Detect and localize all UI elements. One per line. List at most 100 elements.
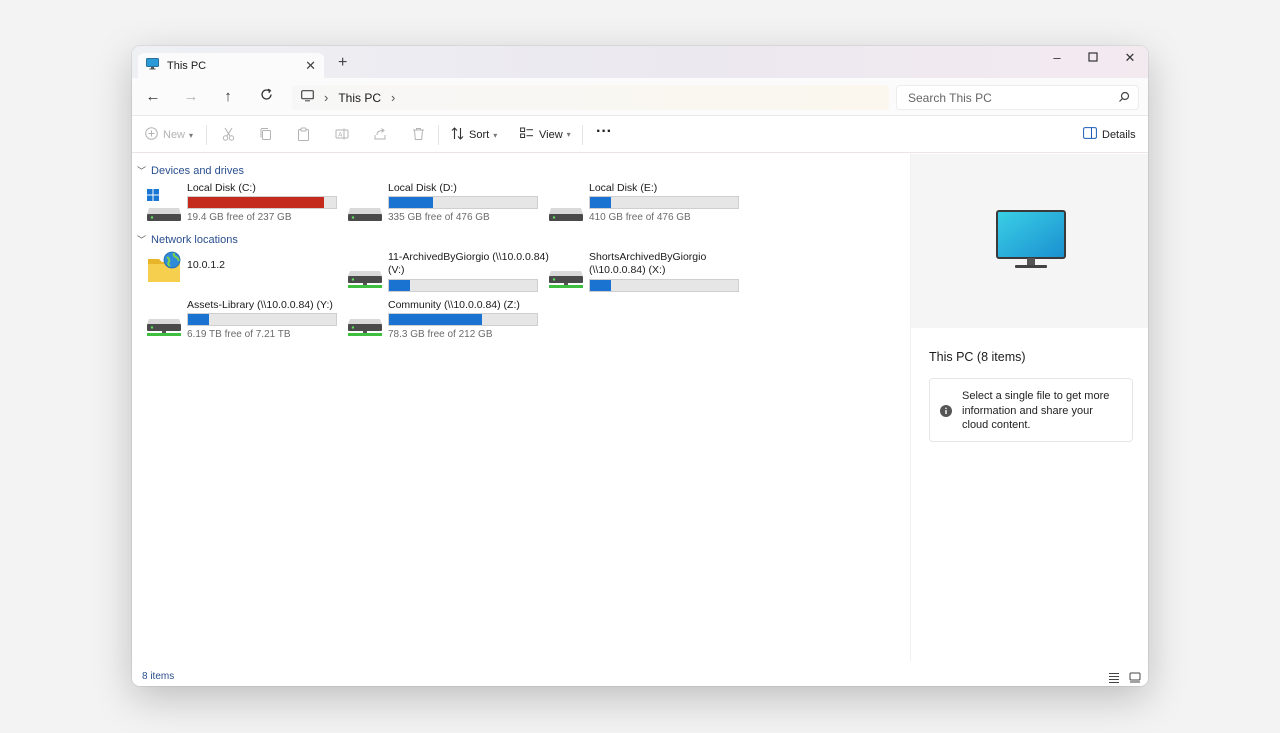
share-button[interactable] <box>373 127 387 144</box>
drive-item-c[interactable]: Local Disk (C:) 19.4 GB free of 237 GB <box>146 182 346 226</box>
new-button[interactable]: New ▾ <box>145 127 193 143</box>
drive-free-space: 78.3 GB free of 212 GB <box>388 329 493 340</box>
network-drive-x[interactable]: ShortsArchivedByGiorgio (\\10.0.0.84) (X:… <box>548 251 748 295</box>
breadcrumb-this-pc[interactable]: This PC <box>338 91 381 105</box>
windows-drive-icon <box>146 188 182 224</box>
drive-item-e[interactable]: Local Disk (E:) 410 GB free of 476 GB <box>548 182 748 226</box>
sort-button[interactable]: Sort ▾ <box>451 127 497 143</box>
navigation-bar: ← → ↑ › This PC › Search This PC <box>132 78 1148 116</box>
delete-button[interactable] <box>412 127 425 144</box>
drive-usage-bar <box>589 279 739 292</box>
search-input[interactable]: Search This PC <box>896 85 1139 110</box>
details-pane-button[interactable]: Details <box>1083 127 1136 142</box>
drive-usage-fill <box>389 280 410 291</box>
toolbar-divider <box>206 125 207 145</box>
file-explorer-window: This PC ✕ + – ✕ ← → ↑ › This PC › Search… <box>132 46 1148 686</box>
network-drive-z[interactable]: Community (\\10.0.0.84) (Z:) 78.3 GB fre… <box>347 299 547 343</box>
title-bar: This PC ✕ + – ✕ <box>132 46 1148 78</box>
details-pane: This PC (8 items) Select a single file t… <box>910 154 1148 661</box>
drive-name: Local Disk (E:) <box>589 182 658 194</box>
drive-item-d[interactable]: Local Disk (D:) 335 GB free of 476 GB <box>347 182 547 226</box>
list-view-icon <box>1108 670 1120 686</box>
tab-this-pc[interactable]: This PC ✕ <box>138 53 324 78</box>
drive-usage-bar <box>388 196 538 209</box>
rename-button[interactable]: A <box>335 127 349 144</box>
hard-drive-icon <box>548 188 584 224</box>
copy-icon <box>259 127 272 144</box>
drive-usage-bar <box>187 196 337 209</box>
address-bar[interactable]: › This PC › <box>292 85 889 110</box>
minimize-button[interactable]: – <box>1039 50 1075 65</box>
toolbar-divider <box>582 125 583 145</box>
new-tab-button[interactable]: + <box>338 54 347 72</box>
drive-name: Community (\\10.0.0.84) (Z:) <box>388 299 520 311</box>
status-bar: 8 items <box>132 661 1148 686</box>
command-bar: New ▾ A Sort ▾ View ▾ ··· Details <box>132 117 1148 153</box>
network-folder-name: 10.0.1.2 <box>187 259 225 271</box>
maximize-button[interactable] <box>1075 50 1111 65</box>
more-options-button[interactable]: ··· <box>596 123 612 141</box>
network-drive-v[interactable]: 11-ArchivedByGiorgio (\\10.0.0.84) (V:) <box>347 251 549 295</box>
share-icon <box>373 127 387 144</box>
view-button[interactable]: View ▾ <box>520 127 571 142</box>
refresh-button[interactable] <box>256 88 276 106</box>
hard-drive-icon <box>347 188 383 224</box>
drive-free-space: 335 GB free of 476 GB <box>388 212 490 223</box>
paste-button[interactable] <box>297 127 310 144</box>
drive-usage-fill <box>188 314 209 325</box>
section-devices-header[interactable]: ﹀ Devices and drives <box>137 164 244 177</box>
section-network-header[interactable]: ﹀ Network locations <box>137 233 238 246</box>
tiles-view-icon <box>1129 670 1141 686</box>
network-drive-icon <box>146 305 182 341</box>
chevron-down-icon: ▾ <box>493 130 498 140</box>
drive-name: Local Disk (D:) <box>388 182 457 194</box>
tab-title: This PC <box>167 59 207 72</box>
monitor-large-icon <box>996 210 1066 277</box>
drive-free-space: 410 GB free of 476 GB <box>589 212 691 223</box>
details-title: This PC (8 items) <box>929 350 1026 364</box>
copy-button[interactable] <box>259 127 272 144</box>
network-folder-icon <box>146 251 182 287</box>
chevron-down-icon: ▾ <box>566 130 571 139</box>
cut-button[interactable] <box>222 127 235 144</box>
drive-usage-fill <box>389 314 483 325</box>
view-list-icon <box>520 127 534 142</box>
item-count: 8 items <box>142 671 175 682</box>
drive-usage-fill <box>389 197 434 208</box>
close-window-button[interactable]: ✕ <box>1112 50 1148 66</box>
file-list-pane: ﹀ Devices and drives Local Disk (C:) 19.… <box>132 154 910 661</box>
rename-icon: A <box>335 127 349 144</box>
up-button[interactable]: ↑ <box>218 88 238 106</box>
chevron-down-icon: ﹀ <box>137 235 147 245</box>
drive-usage-bar <box>589 196 739 209</box>
plus-circle-icon <box>145 127 158 143</box>
details-pane-icon <box>1083 127 1097 142</box>
network-folder-item[interactable]: 10.0.1.2 <box>146 251 346 295</box>
more-icon: ··· <box>596 123 612 140</box>
details-view-button[interactable] <box>1108 670 1120 686</box>
preview-area <box>911 154 1148 328</box>
search-icon[interactable] <box>1118 91 1130 106</box>
forward-button[interactable]: → <box>181 88 201 106</box>
toolbar-divider <box>438 125 439 145</box>
chevron-right-icon[interactable]: › <box>391 90 395 105</box>
network-drive-y[interactable]: Assets-Library (\\10.0.0.84) (Y:) 6.19 T… <box>146 299 346 343</box>
network-drive-icon <box>347 305 383 341</box>
close-tab-icon[interactable]: ✕ <box>305 58 316 74</box>
info-icon <box>940 405 952 422</box>
tiles-view-button[interactable] <box>1129 670 1141 686</box>
drive-name: ShortsArchivedByGiorgio (\\10.0.0.84) (X:… <box>589 251 707 276</box>
drive-usage-bar <box>388 313 538 326</box>
monitor-icon <box>146 57 159 75</box>
drive-name: 11-ArchivedByGiorgio (\\10.0.0.84) (V:) <box>388 251 549 276</box>
chevron-right-icon[interactable]: › <box>324 90 328 105</box>
trash-icon <box>412 127 425 144</box>
back-button[interactable]: ← <box>143 88 163 106</box>
network-drive-icon <box>548 257 584 293</box>
drive-free-space: 6.19 TB free of 7.21 TB <box>187 329 291 340</box>
drive-usage-fill <box>590 197 611 208</box>
drive-usage-fill <box>590 280 611 291</box>
chevron-down-icon: ▾ <box>189 130 194 140</box>
clipboard-icon <box>297 127 310 144</box>
scissors-icon <box>222 127 235 144</box>
